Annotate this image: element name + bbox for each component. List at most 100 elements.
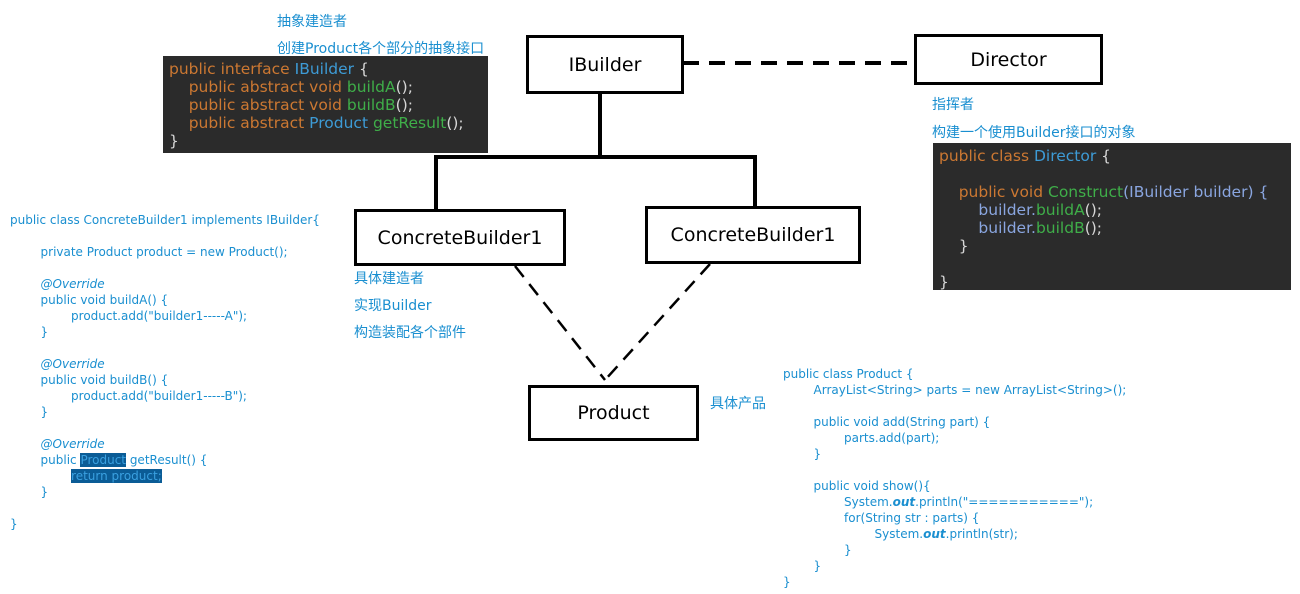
code-token: public void show(){ xyxy=(783,479,931,493)
code-token: public void buildA() { xyxy=(10,293,169,307)
code-token: @Override xyxy=(10,357,105,371)
concrete-note-title: 具体建造者 xyxy=(354,271,424,287)
code-line: } xyxy=(783,574,1126,590)
code-token: } xyxy=(939,237,969,255)
code-token: public void buildB() { xyxy=(10,373,169,387)
code-line: public abstract Product getResult(); xyxy=(169,114,482,132)
ibuilder-box: IBuilder xyxy=(526,35,684,94)
code-line: public abstract void buildB(); xyxy=(169,96,482,114)
code-line: public void show(){ xyxy=(783,478,1126,494)
code-token: Product xyxy=(80,453,126,467)
code-token: System. xyxy=(783,527,924,541)
code-token: { xyxy=(1096,147,1112,165)
code-token: } xyxy=(169,132,179,150)
code-token: out xyxy=(923,527,946,541)
code-token: Product xyxy=(309,114,369,132)
code-token: } xyxy=(10,517,18,531)
code-token: public void xyxy=(939,183,1048,201)
code-line: } xyxy=(10,516,320,532)
product-code: public class Product { ArrayList<String>… xyxy=(783,366,1126,590)
code-token: .println("==========="); xyxy=(915,495,1094,509)
code-token: IBuilder xyxy=(294,60,355,78)
code-line: product.add("builder1-----A"); xyxy=(10,308,320,324)
code-token: builder. xyxy=(939,201,1036,219)
code-token: public class Product { xyxy=(783,367,914,381)
code-line: } xyxy=(939,273,1285,291)
code-token: parts.add(part); xyxy=(783,431,940,445)
code-token: product.add("builder1-----A"); xyxy=(10,309,248,323)
code-line: } xyxy=(783,446,1126,462)
code-line: @Override xyxy=(10,356,320,372)
code-token: } xyxy=(783,447,822,461)
code-token: } xyxy=(783,559,822,573)
code-token: public abstract void xyxy=(169,78,347,96)
product-note: 具体产品 xyxy=(710,396,766,412)
code-line: public Product getResult() { xyxy=(10,452,320,468)
code-token: public abstract xyxy=(169,114,310,132)
code-token: (); xyxy=(1084,201,1102,219)
code-line: product.add("builder1-----B"); xyxy=(10,388,320,404)
code-token: public xyxy=(10,453,81,467)
code-token: (); xyxy=(395,78,413,96)
code-line: public void add(String part) { xyxy=(783,414,1126,430)
ibuilder-note-desc: 创建Product各个部分的抽象接口 xyxy=(277,41,485,57)
code-line: } xyxy=(783,542,1126,558)
code-line: System.out.println("==========="); xyxy=(783,494,1126,510)
code-token: buildA xyxy=(346,78,396,96)
director-box: Director xyxy=(914,34,1103,85)
concrete-builder-code: public class ConcreteBuilder1 implements… xyxy=(10,212,320,532)
code-token: } xyxy=(10,485,49,499)
code-token: public abstract void xyxy=(169,96,347,114)
code-line: public class ConcreteBuilder1 implements… xyxy=(10,212,320,228)
code-line: for(String str : parts) { xyxy=(783,510,1126,526)
code-token: public void add(String part) { xyxy=(783,415,991,429)
code-token: return product; xyxy=(71,469,162,483)
code-token: (IBuilder builder) { xyxy=(1123,183,1269,201)
code-line: } xyxy=(10,324,320,340)
code-token: getResult() { xyxy=(126,453,208,467)
code-token: public class ConcreteBuilder1 implements… xyxy=(10,213,320,227)
concrete-note-desc1: 实现Builder xyxy=(354,298,432,314)
code-line: } xyxy=(169,132,482,150)
director-note-title: 指挥者 xyxy=(932,97,974,113)
code-line: ArrayList<String> parts = new ArrayList<… xyxy=(783,382,1127,398)
code-token: } xyxy=(10,405,49,419)
code-line: public void buildB() { xyxy=(10,372,320,388)
code-token: public interface xyxy=(169,60,295,78)
code-token: } xyxy=(939,273,949,291)
left-product-dependency xyxy=(514,265,606,381)
code-line: public void buildA() { xyxy=(10,292,320,308)
concrete-builder-right-box: ConcreteBuilder1 xyxy=(645,206,861,264)
code-line: @Override xyxy=(10,436,320,452)
code-token: for(String str : parts) { xyxy=(783,511,980,525)
concrete-note-desc2: 构造装配各个部件 xyxy=(354,325,466,341)
builder-pattern-diagram: IBuilder Director ConcreteBuilder1 Concr… xyxy=(0,0,1300,594)
code-token: buildA xyxy=(1035,201,1085,219)
code-token: (); xyxy=(446,114,464,132)
code-token: getResult xyxy=(368,114,447,132)
director-code-block: public class Director { public void Cons… xyxy=(933,143,1291,291)
ibuilder-code-block: public interface IBuilder { public abstr… xyxy=(163,56,488,153)
code-line: } xyxy=(939,237,1285,255)
product-box: Product xyxy=(528,385,699,441)
code-line: } xyxy=(10,404,320,420)
code-line: System.out.println(str); xyxy=(783,526,1126,542)
code-line: public class Product { xyxy=(783,366,1126,382)
code-token: buildB xyxy=(1035,219,1085,237)
code-line: public abstract void buildA(); xyxy=(169,78,482,96)
code-line: } xyxy=(783,558,1126,574)
code-token: { xyxy=(354,60,369,78)
code-token: (); xyxy=(1084,219,1103,237)
code-line: return product; xyxy=(10,468,320,484)
code-line: builder.buildB(); xyxy=(939,219,1285,237)
code-line: builder.buildA(); xyxy=(939,201,1285,219)
code-token: Director xyxy=(1033,147,1097,165)
code-token: private Product product = new Product(); xyxy=(10,245,288,259)
code-token: @Override xyxy=(10,437,105,451)
code-token: buildB xyxy=(346,96,396,114)
